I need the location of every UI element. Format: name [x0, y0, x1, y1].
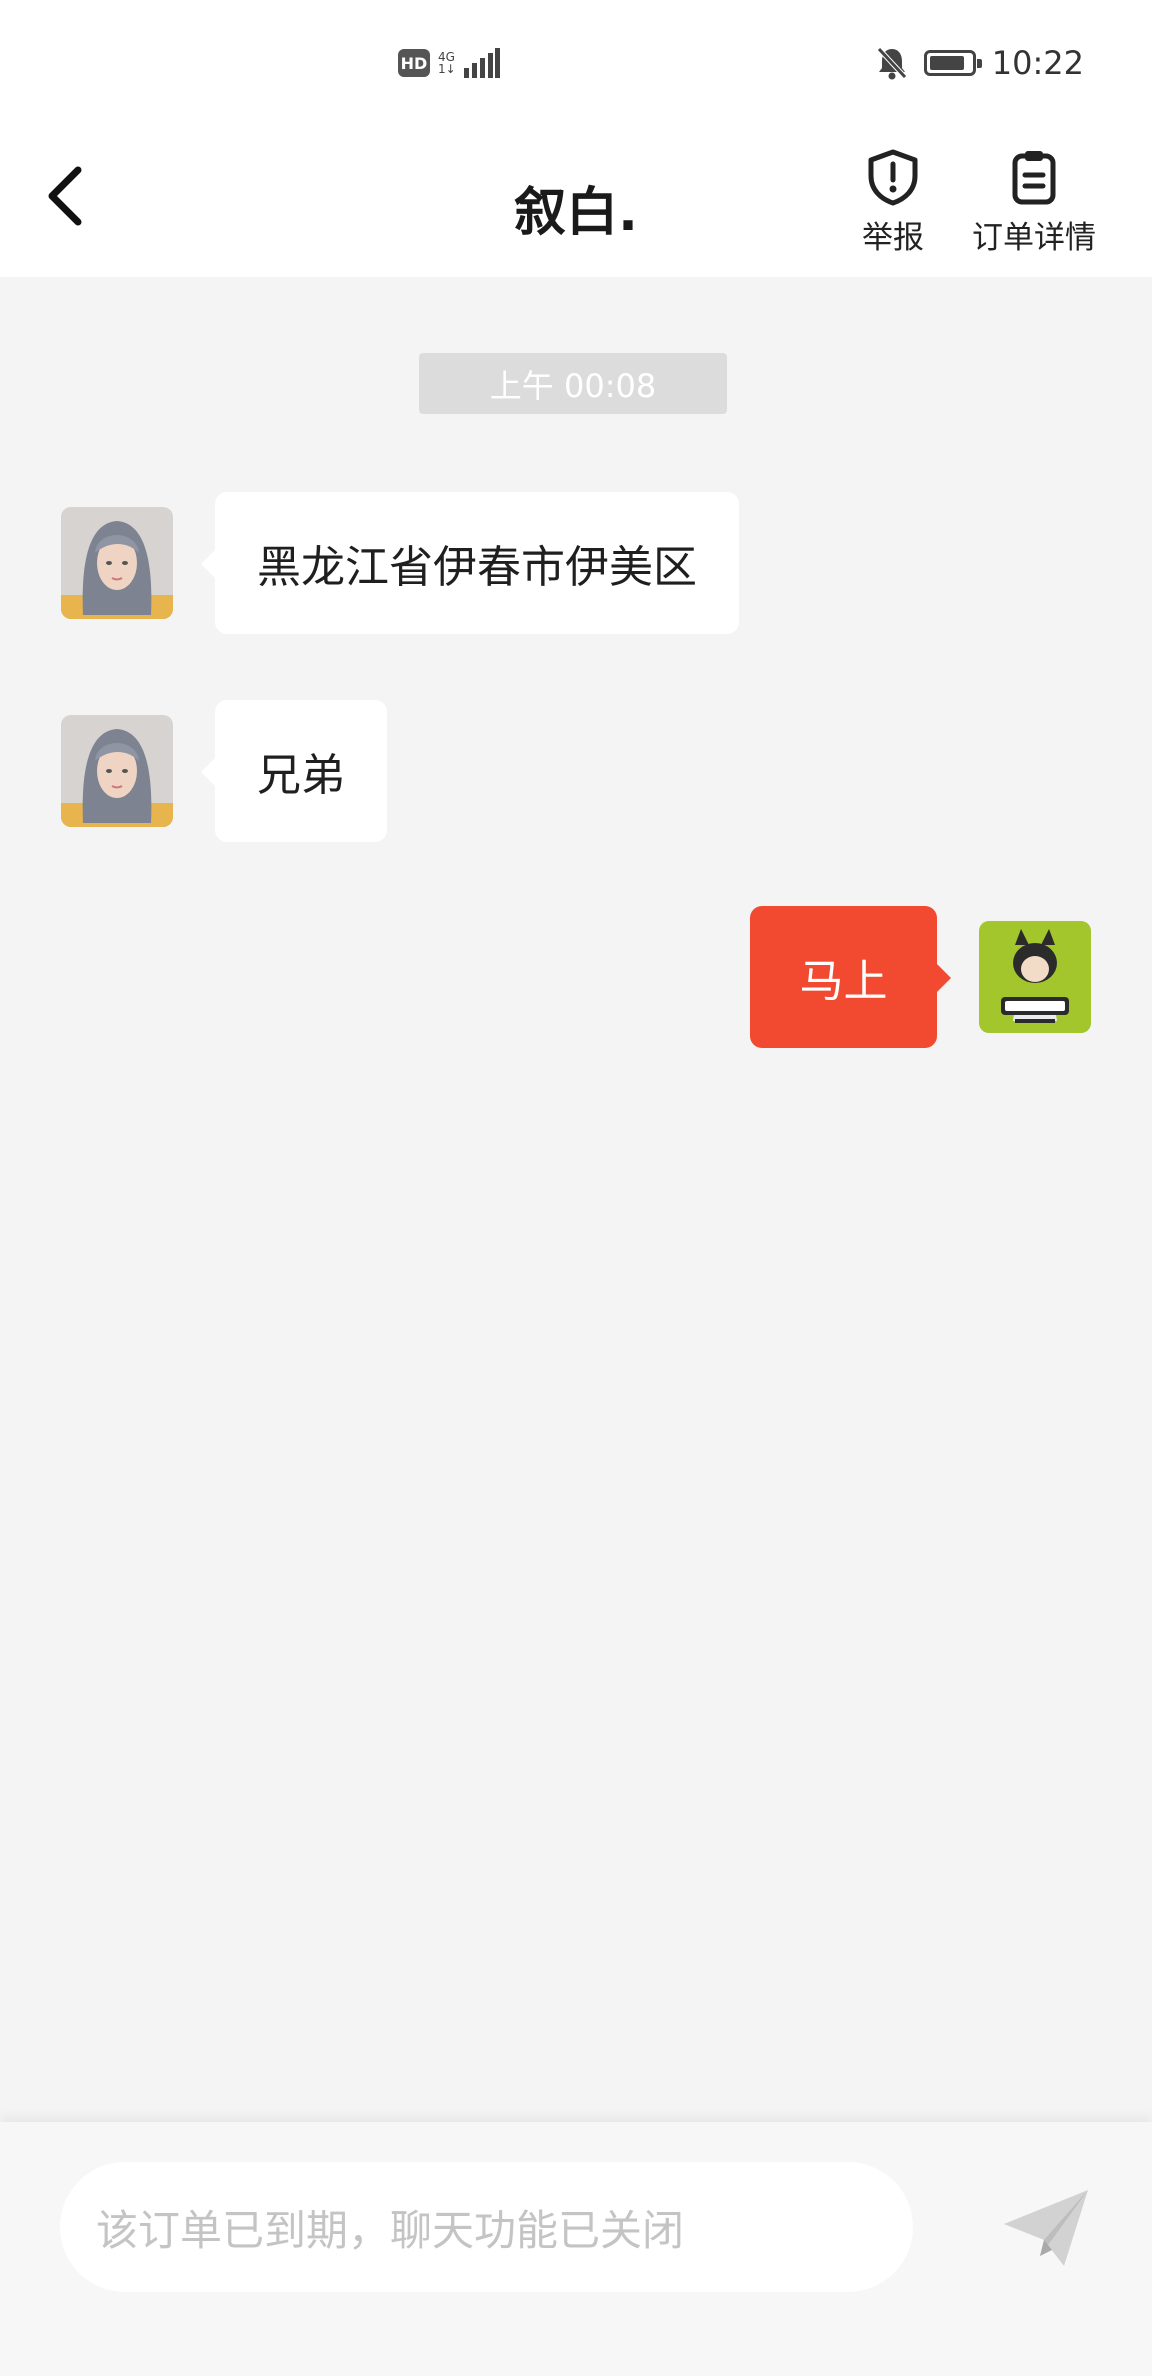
- order-details-button[interactable]: 订单详情: [972, 148, 1096, 257]
- input-placeholder: 该订单已到期，聊天功能已关闭: [96, 2205, 685, 2255]
- signal-icon: [463, 48, 500, 78]
- system-status: 10:22: [876, 44, 1084, 82]
- contact-avatar-image: [61, 715, 173, 827]
- input-bar: 该订单已到期，聊天功能已关闭: [0, 2122, 1152, 2376]
- message-text: 马上: [799, 956, 888, 1007]
- incoming-message-bubble[interactable]: 兄弟: [201, 700, 387, 842]
- user-avatar[interactable]: [979, 921, 1091, 1033]
- report-button[interactable]: 举报: [862, 148, 924, 257]
- contact-avatar-image: [61, 507, 173, 619]
- message-text: 兄弟: [257, 750, 345, 801]
- shield-alert-icon: [868, 149, 918, 206]
- report-label: 举报: [862, 220, 924, 256]
- status-bar: HD 4G 1↓ 10:22: [0, 0, 1152, 130]
- user-avatar-image: [979, 921, 1091, 1033]
- send-icon: [1004, 2190, 1088, 2266]
- clock: 10:22: [991, 44, 1084, 82]
- network-status: HD 4G 1↓: [398, 48, 500, 78]
- incoming-message-bubble[interactable]: 黑龙江省伊春市伊美区: [201, 492, 739, 634]
- network-sub-label: 1↓: [438, 62, 456, 76]
- clipboard-icon: [1012, 151, 1056, 205]
- battery-icon: [923, 50, 982, 76]
- message-input[interactable]: 该订单已到期，聊天功能已关闭: [60, 2162, 913, 2292]
- message-timestamp: 上午 00:08: [419, 353, 727, 414]
- hd-icon: HD: [398, 49, 430, 77]
- contact-avatar[interactable]: [61, 507, 173, 619]
- mute-bell-icon: [876, 47, 907, 80]
- send-button[interactable]: [1000, 2184, 1092, 2272]
- outgoing-message-bubble[interactable]: 马上: [750, 906, 951, 1048]
- contact-avatar[interactable]: [61, 715, 173, 827]
- message-text: 黑龙江省伊春市伊美区: [257, 542, 697, 593]
- network-type: 4G 1↓: [438, 51, 456, 75]
- battery-level: [929, 56, 964, 70]
- chat-header: 叙白. 举报 订单详情: [0, 130, 1152, 277]
- order-details-label: 订单详情: [972, 220, 1096, 256]
